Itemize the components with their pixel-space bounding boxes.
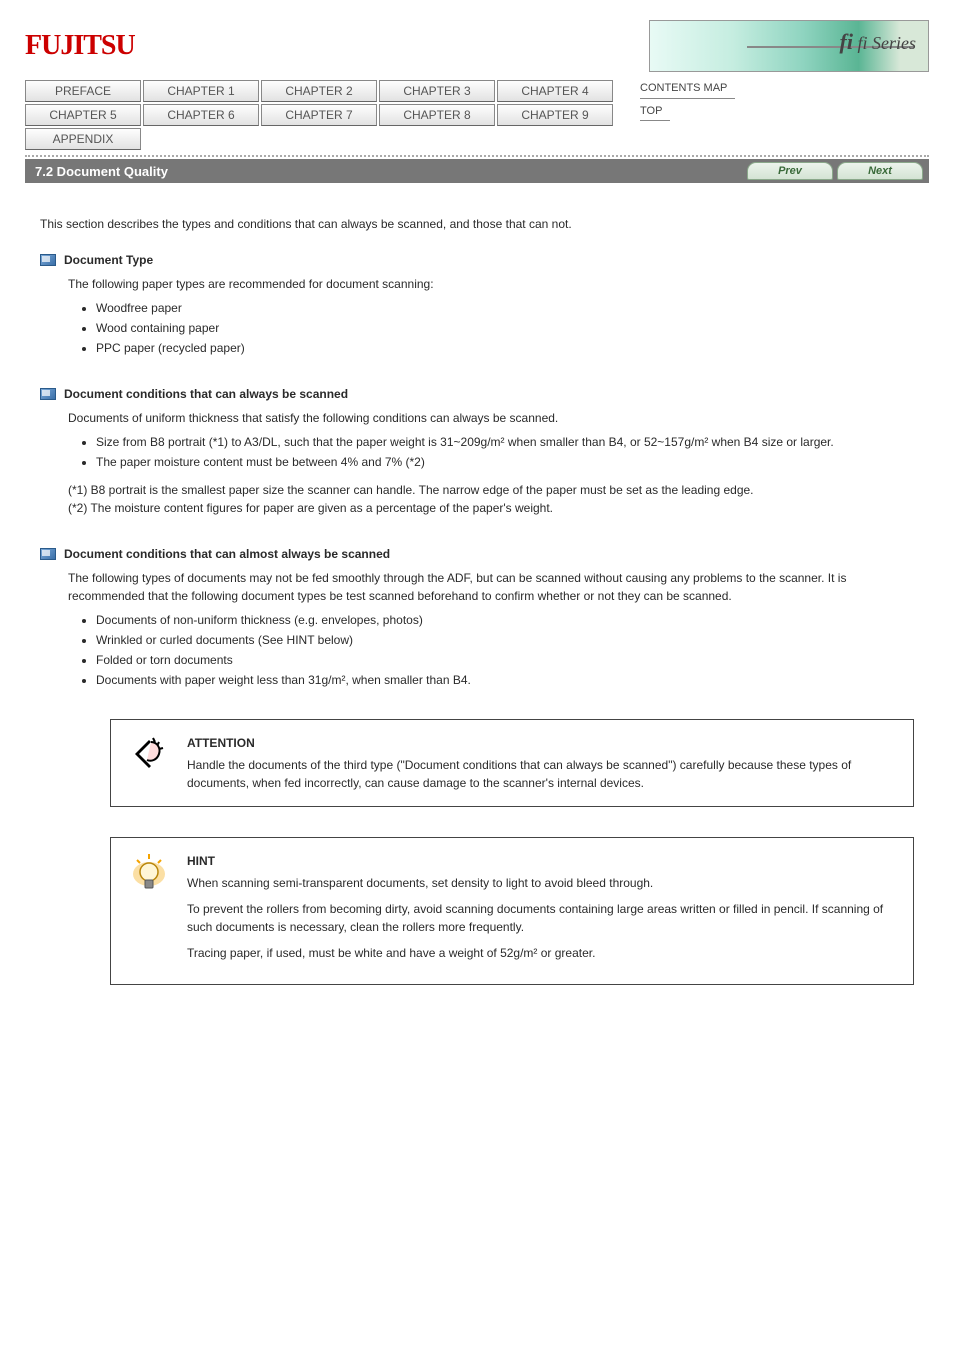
- chapter-tabs: PREFACE CHAPTER 1 CHAPTER 2 CHAPTER 3 CH…: [25, 80, 625, 152]
- page-content: This section describes the types and con…: [0, 183, 954, 1045]
- footnote: (*2) The moisture content figures for pa…: [68, 499, 914, 517]
- prev-button[interactable]: Prev: [747, 162, 833, 180]
- tab-chapter-9[interactable]: CHAPTER 9: [497, 104, 613, 126]
- tab-appendix[interactable]: APPENDIX: [25, 128, 141, 150]
- attention-label: ATTENTION: [187, 734, 895, 752]
- footnote: (*1) B8 portrait is the smallest paper s…: [68, 481, 914, 499]
- list-item: Wrinkled or curled documents (See HINT b…: [96, 631, 914, 649]
- section-bullet-icon: [40, 388, 56, 400]
- section-description: Documents of uniform thickness that sati…: [68, 409, 914, 427]
- product-banner: fi fi Series: [649, 20, 929, 72]
- hint-box: HINT When scanning semi-transparent docu…: [110, 837, 914, 985]
- hint-line: To prevent the rollers from becoming dir…: [187, 900, 895, 936]
- section-almost-always: Document conditions that can almost alwa…: [40, 545, 914, 689]
- section-heading: Document conditions that can always be s…: [64, 385, 348, 403]
- section-bullet-icon: [40, 548, 56, 560]
- tab-chapter-1[interactable]: CHAPTER 1: [143, 80, 259, 102]
- tab-preface[interactable]: PREFACE: [25, 80, 141, 102]
- list-item: Size from B8 portrait (*1) to A3/DL, suc…: [96, 433, 914, 451]
- hint-line: When scanning semi-transparent documents…: [187, 874, 895, 892]
- section-document-type: Document Type The following paper types …: [40, 251, 914, 357]
- tab-chapter-6[interactable]: CHAPTER 6: [143, 104, 259, 126]
- divider: [25, 155, 929, 157]
- section-description: The following paper types are recommende…: [68, 275, 914, 293]
- list-item: The paper moisture content must be betwe…: [96, 453, 914, 471]
- hint-label: HINT: [187, 852, 895, 870]
- section-always-scanned: Document conditions that can always be s…: [40, 385, 914, 517]
- section-description: The following types of documents may not…: [68, 569, 914, 605]
- tab-chapter-7[interactable]: CHAPTER 7: [261, 104, 377, 126]
- contents-map-link[interactable]: CONTENTS MAP: [640, 80, 735, 99]
- tab-chapter-8[interactable]: CHAPTER 8: [379, 104, 495, 126]
- tab-chapter-3[interactable]: CHAPTER 3: [379, 80, 495, 102]
- next-button[interactable]: Next: [837, 162, 923, 180]
- tab-chapter-2[interactable]: CHAPTER 2: [261, 80, 377, 102]
- section-bullet-icon: [40, 254, 56, 266]
- attention-box: ATTENTION Handle the documents of the th…: [110, 719, 914, 807]
- list-item: Wood containing paper: [96, 319, 914, 337]
- list-item: Woodfree paper: [96, 299, 914, 317]
- section-heading: Document conditions that can almost alwa…: [64, 545, 390, 563]
- brand-logo: FUJITSU: [25, 30, 135, 62]
- top-link[interactable]: TOP: [640, 103, 670, 122]
- section-heading: Document Type: [64, 251, 153, 269]
- section-title: 7.2 Document Quality: [35, 164, 168, 179]
- list-item: Documents with paper weight less than 31…: [96, 671, 914, 689]
- list-item: PPC paper (recycled paper): [96, 339, 914, 357]
- hint-line: Tracing paper, if used, must be white an…: [187, 944, 895, 962]
- list-item: Folded or torn documents: [96, 651, 914, 669]
- list-item: Documents of non-uniform thickness (e.g.…: [96, 611, 914, 629]
- intro-paragraph: This section describes the types and con…: [40, 215, 914, 233]
- attention-text: Handle the documents of the third type (…: [187, 756, 895, 792]
- tab-chapter-5[interactable]: CHAPTER 5: [25, 104, 141, 126]
- tab-chapter-4[interactable]: CHAPTER 4: [497, 80, 613, 102]
- hint-lightbulb-icon: [129, 852, 169, 896]
- attention-hand-icon: [129, 734, 169, 774]
- section-title-bar: 7.2 Document Quality Prev Next: [25, 159, 929, 183]
- header-aux-links: CONTENTS MAP TOP: [625, 80, 929, 125]
